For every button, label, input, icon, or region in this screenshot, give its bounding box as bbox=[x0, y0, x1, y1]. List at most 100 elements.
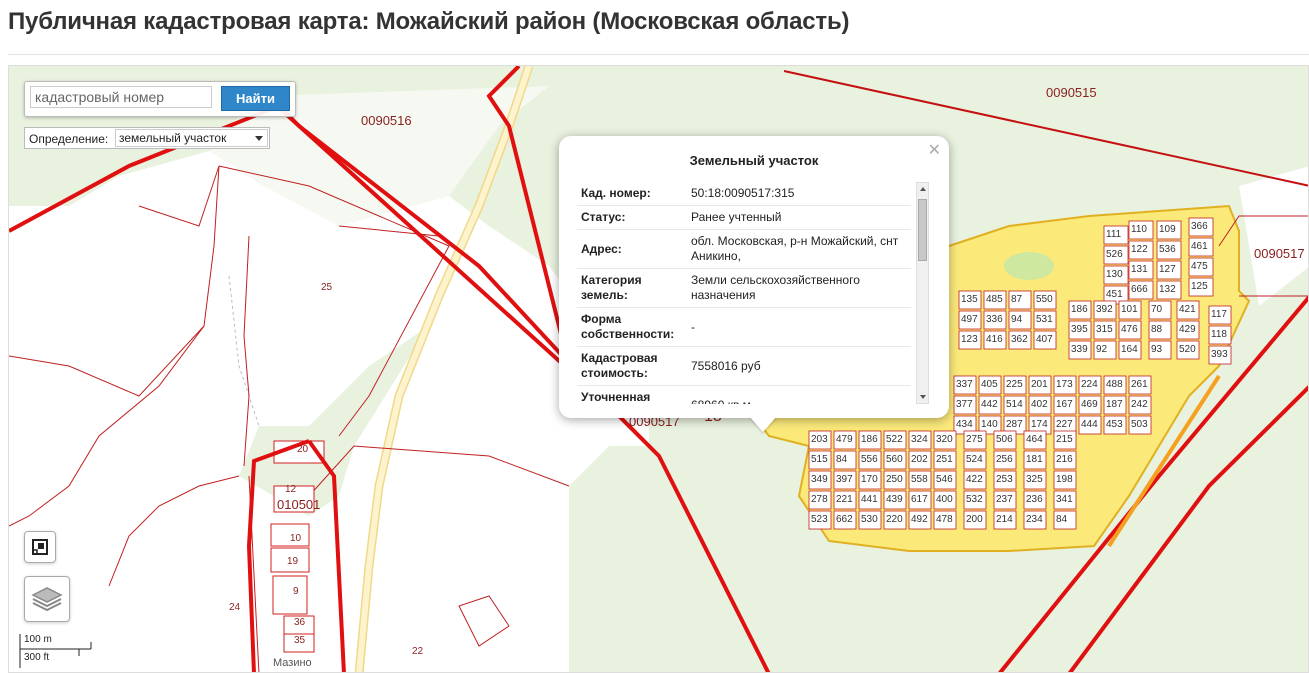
parcel-number: 236 bbox=[1026, 494, 1043, 505]
parcel-number: 224 bbox=[1081, 379, 1098, 390]
scroll-thumb[interactable] bbox=[918, 199, 927, 261]
parcel-number: 392 bbox=[1096, 304, 1113, 315]
parcel-number: 550 bbox=[1036, 294, 1053, 305]
parcel-number: 140 bbox=[981, 419, 998, 430]
cadastral-map[interactable]: 0090516 0090515 0090517 0090517 010501 2… bbox=[8, 65, 1309, 673]
parcel-number: 434 bbox=[956, 419, 973, 430]
fullscreen-icon bbox=[32, 539, 48, 555]
attribute-value: 50:18:0090517:315 bbox=[691, 186, 795, 200]
parcel-number: 339 bbox=[1071, 344, 1088, 355]
parcel-number: 453 bbox=[1106, 419, 1123, 430]
attribute-value: Ранее учтенный bbox=[691, 210, 782, 224]
attribute-row: Кад. номер: 50:18:0090517:315 bbox=[577, 182, 911, 206]
attribute-value: - bbox=[691, 319, 695, 334]
parcel-number: 125 bbox=[1191, 281, 1208, 292]
parcel-number: 251 bbox=[936, 454, 953, 465]
parcel-label: 9 bbox=[293, 586, 299, 597]
parcel-number: 117 bbox=[1211, 309, 1227, 320]
parcel-number: 464 bbox=[1026, 434, 1043, 445]
parcel-number: 497 bbox=[961, 314, 978, 325]
layers-icon bbox=[31, 587, 63, 612]
attribute-row: Форма собственности: - bbox=[577, 308, 911, 347]
parcel-number: 662 bbox=[836, 514, 853, 525]
parcel-number: 256 bbox=[996, 454, 1013, 465]
parcel-number: 110 bbox=[1131, 224, 1147, 235]
parcel-number: 405 bbox=[981, 379, 998, 390]
attribute-key: Кадастровая стоимость: bbox=[581, 351, 658, 380]
chevron-down-icon bbox=[255, 136, 263, 141]
attribute-value: обл. Московская, р-н Можайский, снт Аник… bbox=[691, 234, 899, 263]
layers-button[interactable] bbox=[24, 576, 70, 622]
parcel-number: 617 bbox=[911, 494, 928, 505]
parcel-info-popup: ✕ Земельный участок Кад. номер: 50:18:009… bbox=[559, 136, 949, 432]
definition-value: земельный участок bbox=[119, 131, 227, 145]
parcel-number: 325 bbox=[1026, 474, 1043, 485]
attribute-key: Адрес: bbox=[581, 241, 622, 256]
parcel-number: 237 bbox=[996, 494, 1013, 505]
attribute-row: Кадастровая стоимость: 7558016 руб bbox=[577, 347, 911, 386]
attribute-value: 68960 кв.м bbox=[691, 398, 911, 405]
definition-selector: Определение: земельный участок bbox=[24, 127, 270, 149]
parcel-number: 118 bbox=[1211, 329, 1227, 340]
parcel-number: 422 bbox=[966, 474, 983, 485]
scroll-up-icon[interactable] bbox=[920, 187, 926, 191]
scroll-down-icon[interactable] bbox=[920, 395, 926, 399]
attribute-key: Уточненная площадь: bbox=[581, 390, 651, 404]
parcel-number: 278 bbox=[811, 494, 828, 505]
parcel-number: 127 bbox=[1159, 264, 1176, 275]
parcel-number: 253 bbox=[996, 474, 1013, 485]
parcel-number: 84 bbox=[836, 454, 848, 465]
quarter-label: 0090515 bbox=[1046, 85, 1097, 100]
parcel-number: 336 bbox=[986, 314, 1003, 325]
cadastral-number-input[interactable] bbox=[30, 86, 212, 108]
parcel-number: 442 bbox=[981, 399, 998, 410]
parcel-number: 439 bbox=[886, 494, 903, 505]
parcel-number: 558 bbox=[911, 474, 928, 485]
popup-pointer bbox=[749, 416, 777, 432]
attribute-value: Земли сельскохозяйственного назначения bbox=[691, 273, 860, 302]
parcel-number: 200 bbox=[966, 514, 983, 525]
parcel-number: 393 bbox=[1211, 349, 1228, 360]
find-button[interactable]: Найти bbox=[221, 86, 290, 111]
attribute-key: Форма собственности: bbox=[581, 312, 675, 341]
parcel-number: 173 bbox=[1056, 379, 1073, 390]
parcel-number: 275 bbox=[966, 434, 983, 445]
popup-scrollbar[interactable] bbox=[916, 182, 929, 404]
parcel-number: 532 bbox=[966, 494, 983, 505]
parcel-number: 221 bbox=[836, 494, 853, 505]
parcel-number: 216 bbox=[1056, 454, 1073, 465]
parcel-number: 407 bbox=[1036, 334, 1053, 345]
attribute-key: Категория земель: bbox=[581, 273, 642, 302]
parcel-number: 506 bbox=[996, 434, 1013, 445]
scale-metric: 100 m bbox=[24, 634, 52, 645]
attribute-value: 7558016 руб bbox=[691, 358, 761, 373]
parcel-label: 19 bbox=[287, 556, 299, 567]
parcel-number: 397 bbox=[836, 474, 853, 485]
parcel-number: 524 bbox=[966, 454, 983, 465]
parcel-number: 135 bbox=[961, 294, 978, 305]
parcel-number: 123 bbox=[961, 334, 978, 345]
definition-select[interactable]: земельный участок bbox=[115, 129, 268, 147]
attribute-key: Кад. номер: bbox=[581, 186, 651, 200]
parcel-number: 349 bbox=[811, 474, 828, 485]
parcel-number: 461 bbox=[1191, 241, 1208, 252]
attribute-row: Категория земель: Земли сельскохозяйствен… bbox=[577, 269, 911, 308]
parcel-number: 70 bbox=[1151, 304, 1163, 315]
parcel-number: 666 bbox=[1131, 284, 1148, 295]
parcel-number: 485 bbox=[986, 294, 1003, 305]
parcel-number: 429 bbox=[1179, 324, 1196, 335]
attribute-row: Адрес: обл. Московская, р-н Можайский, сн… bbox=[577, 230, 911, 269]
parcel-number: 201 bbox=[1031, 379, 1048, 390]
parcel-number: 84 bbox=[1056, 514, 1068, 525]
parcel-number: 515 bbox=[811, 454, 828, 465]
parcel-number: 101 bbox=[1121, 304, 1138, 315]
parcel-number: 287 bbox=[1006, 419, 1023, 430]
parcel-number: 227 bbox=[1056, 419, 1073, 430]
quarter-label: 0090516 bbox=[361, 113, 412, 128]
parcel-number: 250 bbox=[886, 474, 903, 485]
parcel-number: 341 bbox=[1056, 494, 1073, 505]
fullscreen-button[interactable] bbox=[24, 531, 56, 563]
parcel-label: 35 bbox=[294, 635, 306, 646]
parcel-number: 469 bbox=[1081, 399, 1098, 410]
parcel-number: 94 bbox=[1011, 314, 1023, 325]
